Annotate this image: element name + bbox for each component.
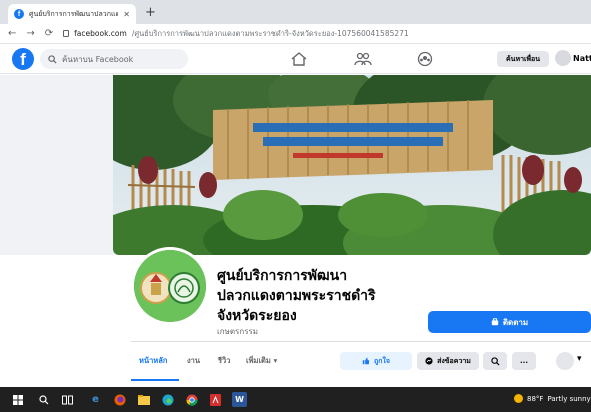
divider xyxy=(131,341,591,342)
facebook-header: f ค้นหาบน Facebook ค้นหาเพื่อน Natta xyxy=(0,44,591,74)
actor-avatar[interactable] xyxy=(556,352,574,370)
user-name[interactable]: Natta xyxy=(573,54,591,63)
follow-button[interactable]: ติดตาม xyxy=(428,311,591,333)
page-title-line-3: จังหวัดระยอง xyxy=(217,308,297,324)
weather-widget[interactable]: 88°F Partly sunny xyxy=(514,394,591,403)
weather-sun-icon xyxy=(514,394,523,403)
weather-text: Partly sunny xyxy=(547,394,591,403)
url-path: /ศูนย์บริการการพัฒนาปลวกแดงตามพระราชดำริ… xyxy=(131,28,409,38)
reload-icon[interactable]: ⟳ xyxy=(45,28,53,39)
chevron-down-icon[interactable]: ▾ xyxy=(577,354,582,364)
tab-more[interactable]: เพิ่มเติม ▾ xyxy=(246,355,277,367)
page-title-line-1: ศูนย์บริการการพัฒนา xyxy=(217,268,348,284)
message-label: ส่งข้อความ xyxy=(437,356,471,365)
page-search-button[interactable] xyxy=(483,352,507,370)
search-input[interactable]: ค้นหาบน Facebook xyxy=(40,49,188,69)
profile-picture[interactable] xyxy=(131,247,209,325)
home-icon[interactable] xyxy=(290,51,308,67)
address-bar: ← → ⟳ facebook.com/ศูนย์บริการการพัฒนาปล… xyxy=(0,24,591,44)
follow-label: ติดตาม xyxy=(502,317,529,327)
tab-jobs[interactable]: งาน xyxy=(187,355,200,367)
browser-tab[interactable]: f ศูนย์บริการการพัฒนาปลวกแดงตามพ... ✕ xyxy=(8,4,136,24)
follow-icon xyxy=(491,318,499,326)
active-tab-indicator xyxy=(131,379,179,381)
friends-icon[interactable] xyxy=(354,51,372,67)
back-arrow-icon[interactable]: ← xyxy=(8,28,16,39)
search-icon xyxy=(490,356,500,366)
url-domain: facebook.com xyxy=(74,29,127,38)
more-options-button[interactable]: ... xyxy=(512,352,536,370)
edge-icon[interactable]: e xyxy=(88,392,103,407)
tab-title: ศูนย์บริการการพัฒนาปลวกแดงตามพ... xyxy=(29,9,119,18)
page-category: เกษตรกรรม xyxy=(217,327,259,336)
windows-taskbar: e W 88°F Partly sunny xyxy=(0,387,591,412)
firefox-icon[interactable] xyxy=(112,392,127,407)
file-explorer-icon[interactable] xyxy=(136,392,151,407)
like-label: ถูกใจ xyxy=(374,356,390,365)
search-icon xyxy=(48,54,57,64)
lock-icon xyxy=(63,30,70,37)
chrome-icon[interactable] xyxy=(184,392,199,407)
message-button[interactable]: ส่งข้อความ xyxy=(417,352,479,370)
page-title-line-2: ปลวกแดงตามพระราชดำริ xyxy=(217,288,376,304)
thumbs-up-icon xyxy=(362,357,370,365)
weather-temp: 88°F xyxy=(527,394,544,403)
tab-home[interactable]: หน้าหลัก xyxy=(139,355,167,367)
close-tab-icon[interactable]: ✕ xyxy=(123,10,130,19)
cover-photo[interactable] xyxy=(113,75,591,255)
tab-reviews[interactable]: รีวิว xyxy=(218,355,230,367)
browser-tab-strip: f ศูนย์บริการการพัฒนาปลวกแดงตามพ... ✕ + xyxy=(0,0,591,24)
messenger-icon xyxy=(425,357,433,365)
royal-emblem-icon xyxy=(134,250,206,322)
forward-arrow-icon[interactable]: → xyxy=(26,28,34,39)
facebook-favicon-icon: f xyxy=(14,9,24,19)
facebook-logo[interactable]: f xyxy=(12,48,34,70)
user-avatar[interactable] xyxy=(555,50,571,66)
groups-icon[interactable] xyxy=(416,51,434,67)
task-view-icon[interactable] xyxy=(60,392,75,407)
url-field[interactable]: facebook.com/ศูนย์บริการการพัฒนาปลวกแดงต… xyxy=(63,28,409,40)
find-friends-button[interactable]: ค้นหาเพื่อน xyxy=(497,51,549,67)
new-tab-button[interactable]: + xyxy=(145,5,156,20)
page-content: ศูนย์บริการการพัฒนา ปลวกแดงตามพระราชดำริ… xyxy=(0,75,591,387)
screen: f ศูนย์บริการการพัฒนาปลวกแดงตามพ... ✕ + … xyxy=(0,0,591,412)
word-icon[interactable]: W xyxy=(232,392,247,407)
page-title: ศูนย์บริการการพัฒนา ปลวกแดงตามพระราชดำริ… xyxy=(217,266,417,326)
search-placeholder: ค้นหาบน Facebook xyxy=(62,54,134,64)
windows-start-icon[interactable] xyxy=(10,392,25,407)
taskbar-search-icon[interactable] xyxy=(36,392,51,407)
like-button[interactable]: ถูกใจ xyxy=(340,352,412,370)
acrobat-icon[interactable] xyxy=(208,392,223,407)
edge-chromium-icon[interactable] xyxy=(160,392,175,407)
